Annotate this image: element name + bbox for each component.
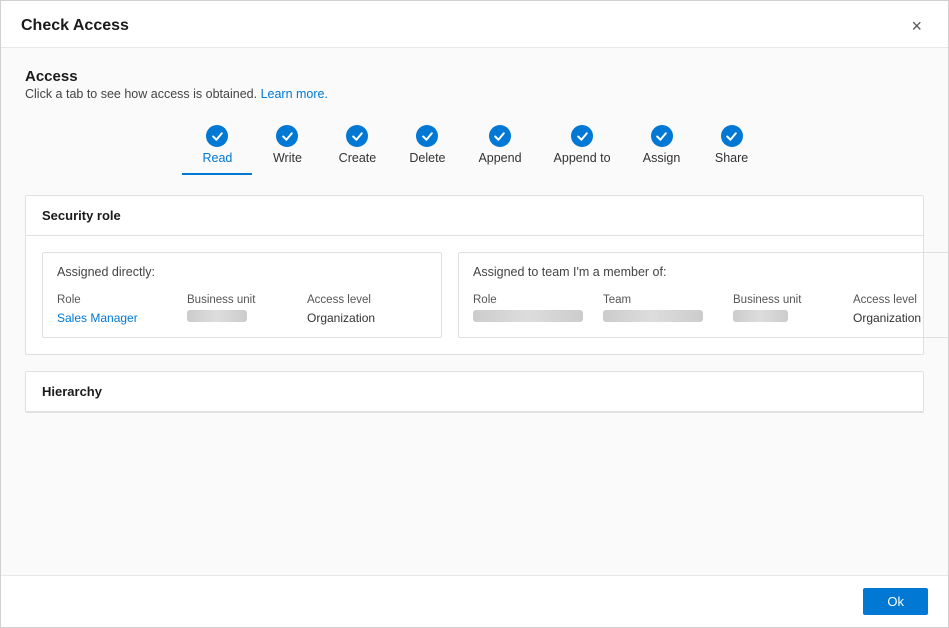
col-access-header: Access level [307,292,371,308]
assigned-to-team-box: Assigned to team I'm a member of: Role T… [458,252,949,338]
dialog-title: Check Access [21,17,129,35]
tab-append[interactable]: Append [462,119,537,175]
tab-write[interactable]: Write [252,119,322,175]
assigned-directly-row: Sales Manager Organization [57,310,427,325]
dialog-body: Access Click a tab to see how access is … [1,48,948,575]
tabs-row: Read Write Create Delete [25,119,924,175]
col-role-header: Role [57,292,81,308]
check-icon-assign [651,125,673,147]
team-bu-blurred [733,310,788,322]
hierarchy-card: Hierarchy [25,371,924,413]
dialog-footer: Ok [1,575,948,627]
col-bu-header2: Business unit [733,292,801,308]
assigned-directly-title: Assigned directly: [57,265,427,279]
tab-create[interactable]: Create [322,119,392,175]
close-button[interactable]: × [905,15,928,37]
assignments-row: Assigned directly: Role Business unit Ac… [42,252,907,338]
security-role-card: Security role Assigned directly: Role Bu… [25,195,924,355]
assigned-to-team-title: Assigned to team I'm a member of: [473,265,949,279]
check-icon-append-to [571,125,593,147]
check-access-dialog: Check Access × Access Click a tab to see… [0,0,949,628]
assigned-directly-box: Assigned directly: Role Business unit Ac… [42,252,442,338]
team-access-level: Organization [853,309,921,327]
tab-assign[interactable]: Assign [627,119,697,175]
tab-share[interactable]: Share [697,119,767,175]
assigned-to-team-row: Organization [473,310,949,325]
col-team-header: Team [603,292,631,308]
bu-blurred [187,310,247,322]
tab-delete[interactable]: Delete [392,119,462,175]
check-icon-append [489,125,511,147]
security-role-body: Assigned directly: Role Business unit Ac… [26,236,923,354]
check-icon-create [346,125,368,147]
assigned-directly-header: Role Business unit Access level [57,291,427,306]
check-icon-read [206,125,228,147]
check-icon-write [276,125,298,147]
security-role-header: Security role [26,196,923,236]
ok-button[interactable]: Ok [863,588,928,615]
col-bu-header: Business unit [187,292,255,308]
tab-read[interactable]: Read [182,119,252,175]
dialog-header: Check Access × [1,1,948,48]
role-link[interactable]: Sales Manager [57,311,138,325]
access-label: Access [25,68,924,85]
team-role-blurred [473,310,583,322]
team-name-blurred [603,310,703,322]
col-role-header2: Role [473,292,497,308]
access-description: Click a tab to see how access is obtaine… [25,87,924,101]
access-level-value: Organization [307,309,375,327]
tab-append-to[interactable]: Append to [538,119,627,175]
check-icon-delete [416,125,438,147]
assigned-to-team-header: Role Team Business unit Access level [473,291,949,306]
check-icon-share [721,125,743,147]
col-access-header2: Access level [853,292,917,308]
hierarchy-header: Hierarchy [26,372,923,412]
learn-more-link[interactable]: Learn more. [261,87,328,101]
